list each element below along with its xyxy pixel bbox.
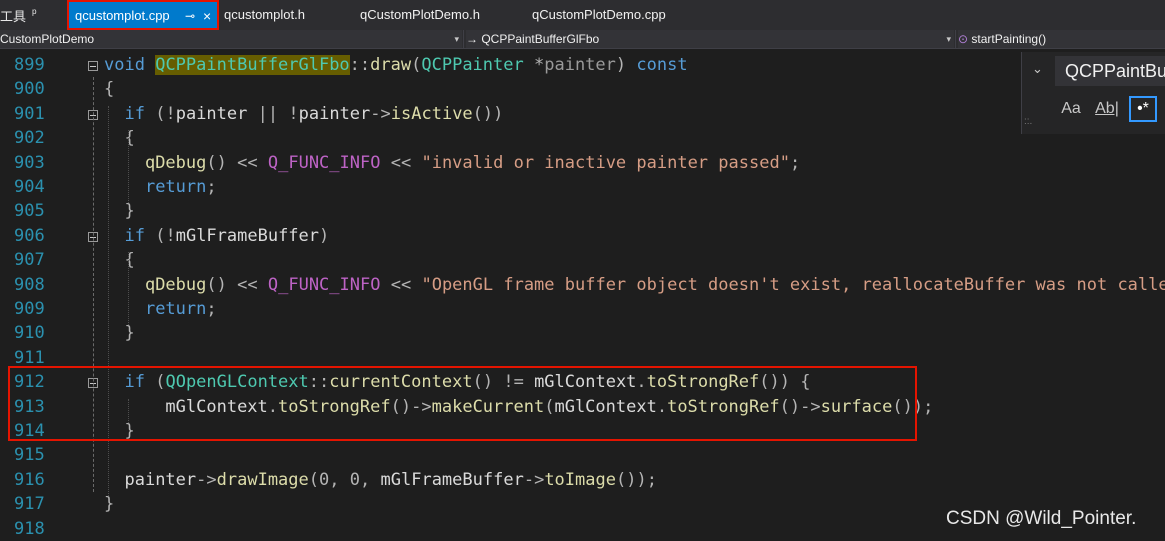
- line-number: 918: [14, 518, 45, 539]
- navigation-bar: CustomPlotDemo ▾ → QCPPaintBufferGlFbo ▾…: [0, 30, 1165, 49]
- tab-label: qcustomplot.cpp: [75, 8, 170, 23]
- match-case-icon[interactable]: Aa: [1057, 96, 1085, 122]
- code-line[interactable]: if (!painter || !painter->isActive()): [104, 102, 503, 126]
- match-whole-word-icon[interactable]: Ab|: [1093, 96, 1121, 122]
- divider: [955, 30, 956, 48]
- project-dropdown[interactable]: CustomPlotDemo ▾: [0, 30, 462, 48]
- line-number: 908: [14, 274, 45, 295]
- code-line[interactable]: return;: [104, 175, 217, 199]
- line-number: 900: [14, 79, 45, 100]
- member-label: startPainting(): [971, 32, 1047, 46]
- tab-bar: 工具 ᵖ qcustomplot.cpp ⊸ × qcustomplot.h q…: [0, 0, 1165, 30]
- line-number: 899: [14, 55, 45, 75]
- code-line[interactable]: painter->drawImage(0, 0, mGlFrameBuffer-…: [104, 468, 656, 492]
- indent-guide: [128, 130, 129, 204]
- tab-label: qCustomPlotDemo.h: [360, 7, 480, 22]
- code-line[interactable]: void QCPPaintBufferGlFbo::draw(QCPPainte…: [104, 53, 688, 77]
- line-number-gutter: 899 900 901 902 903 904 905 906 907 908 909 910 911 9…: [0, 49, 98, 540]
- tab-qcustomplotdemo-cpp[interactable]: qCustomPlotDemo.cpp: [532, 0, 666, 30]
- highlight-annotation-box: [8, 366, 917, 441]
- code-line[interactable]: if (!mGlFrameBuffer): [104, 224, 329, 248]
- arrow-right-icon: →: [466, 32, 478, 46]
- code-line[interactable]: qDebug() << Q_FUNC_INFO << "invalid or i…: [104, 151, 800, 175]
- regex-icon[interactable]: •*: [1129, 96, 1157, 122]
- scope-label: QCPPaintBufferGlFbo: [481, 32, 600, 46]
- tab-label: qCustomPlotDemo.cpp: [532, 7, 666, 22]
- line-number: 917: [14, 494, 45, 515]
- code-line[interactable]: qDebug() << Q_FUNC_INFO << "OpenGL frame…: [104, 273, 1165, 297]
- line-number: 909: [14, 299, 45, 319]
- resize-grip-icon[interactable]: ::.: [1024, 116, 1032, 127]
- scope-dropdown[interactable]: → QCPPaintBufferGlFbo ▾: [466, 30, 954, 48]
- line-number: 906: [14, 225, 45, 246]
- code-editor[interactable]: 899 900 901 902 903 904 905 906 907 908 909 910 911 9…: [0, 49, 1165, 540]
- tab-qcustomplot-h[interactable]: qcustomplot.h: [224, 0, 305, 30]
- divider: [463, 30, 464, 48]
- line-number: 901: [14, 103, 45, 124]
- code-line[interactable]: }: [104, 492, 114, 516]
- line-number: 915: [14, 445, 45, 466]
- line-number: 902: [14, 128, 45, 149]
- code-line[interactable]: {: [104, 77, 114, 101]
- line-number: 916: [14, 469, 45, 490]
- expand-replace-chevron-icon[interactable]: ⌄: [1032, 61, 1043, 77]
- collapse-fold-icon[interactable]: [88, 61, 98, 71]
- tab-qcustomplot-cpp[interactable]: qcustomplot.cpp ⊸ ×: [67, 0, 219, 30]
- find-widget: ⌄ QCPPaintBu Aa Ab| •* ::.: [1021, 52, 1165, 134]
- find-input[interactable]: QCPPaintBu: [1055, 56, 1165, 86]
- project-label: CustomPlotDemo: [0, 32, 95, 46]
- member-dropdown[interactable]: ⊙ startPainting(): [958, 30, 1165, 48]
- line-number: 907: [14, 250, 45, 271]
- line-number: 904: [14, 177, 45, 197]
- method-icon: ⊙: [958, 32, 969, 46]
- pin-tab-icon[interactable]: ⊸: [185, 1, 195, 31]
- chevron-down-icon: ▾: [454, 34, 459, 44]
- watermark: CSDN @Wild_Pointer.: [946, 508, 1137, 529]
- code-line[interactable]: return;: [104, 297, 217, 321]
- tab-label: qcustomplot.h: [224, 7, 305, 22]
- tools-menu[interactable]: 工具: [0, 6, 26, 25]
- tab-qcustomplotdemo-h[interactable]: qCustomPlotDemo.h: [360, 0, 480, 30]
- chevron-down-icon: ▾: [946, 34, 951, 44]
- line-number: 903: [14, 152, 45, 173]
- pin-icon[interactable]: ᵖ: [32, 6, 37, 20]
- line-number: 910: [14, 323, 45, 344]
- close-tab-icon[interactable]: ×: [203, 1, 211, 31]
- line-number: 905: [14, 201, 45, 222]
- indent-guide: [128, 252, 129, 326]
